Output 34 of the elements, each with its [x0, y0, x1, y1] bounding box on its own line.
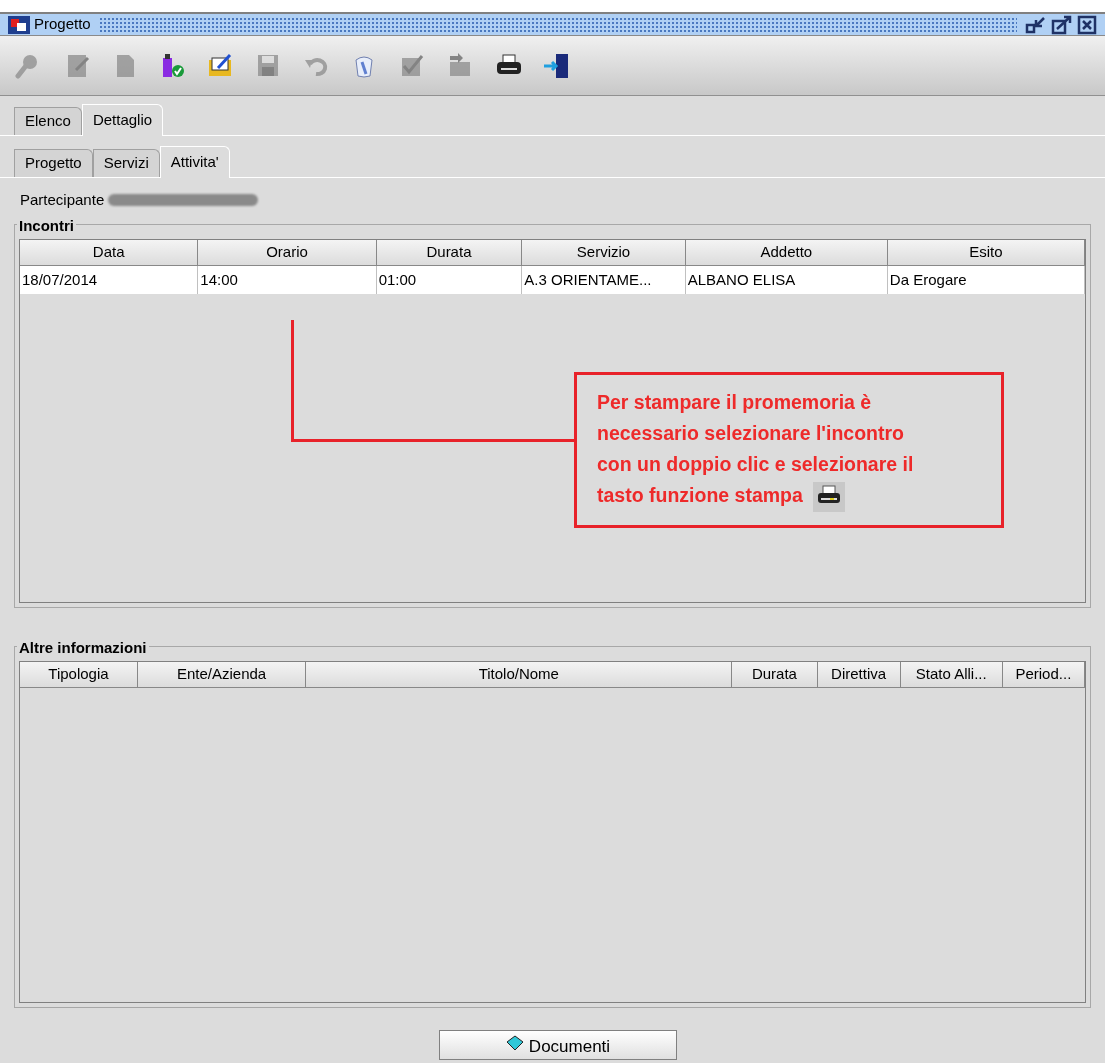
- app-logo-icon: [8, 15, 30, 34]
- minimize-icon[interactable]: [1025, 14, 1047, 35]
- column-header[interactable]: Stato Alli...: [900, 662, 1003, 688]
- column-header[interactable]: Servizio: [522, 240, 686, 266]
- column-header[interactable]: Durata: [376, 240, 523, 266]
- window-title: Progetto: [34, 14, 91, 35]
- exit-door-icon[interactable]: [542, 51, 570, 80]
- column-header[interactable]: Data: [20, 240, 199, 266]
- close-icon[interactable]: [1077, 14, 1097, 35]
- table-cell: 01:00: [376, 266, 523, 294]
- column-header[interactable]: Ente/Azienda: [137, 662, 307, 688]
- table-cell: 18/07/2014: [20, 266, 199, 294]
- table-cell: A.3 ORIENTAME...: [522, 266, 686, 294]
- printer-icon: [812, 481, 845, 512]
- column-header[interactable]: Durata: [732, 662, 818, 688]
- column-header[interactable]: Esito: [887, 240, 1085, 266]
- column-header[interactable]: Titolo/Nome: [306, 662, 733, 688]
- table-cell: Da Erogare: [887, 266, 1085, 294]
- column-header[interactable]: Period...: [1002, 662, 1085, 688]
- tab[interactable]: Servizi: [92, 149, 160, 177]
- annotation-text: Per stampare il promemoria è necessario selezionare l'incontro con un doppio clic e selezionare il tasto funzione stampa: [597, 387, 942, 512]
- tab[interactable]: Attivita': [159, 146, 230, 178]
- tab[interactable]: Elenco: [14, 107, 82, 135]
- column-header[interactable]: Direttiva: [817, 662, 901, 688]
- column-header[interactable]: Addetto: [685, 240, 888, 266]
- table-cell: 14:00: [198, 266, 377, 294]
- table-cell: ALBANO ELISA: [685, 266, 888, 294]
- documenti-button[interactable]: Documenti: [438, 1030, 677, 1060]
- column-header[interactable]: Tipologia: [20, 662, 138, 688]
- tab[interactable]: Dettaglio: [81, 104, 164, 136]
- tab[interactable]: Progetto: [14, 149, 93, 177]
- participant-label: Partecipante: [20, 189, 105, 210]
- column-header[interactable]: Orario: [198, 240, 377, 266]
- maximize-icon[interactable]: [1051, 14, 1073, 35]
